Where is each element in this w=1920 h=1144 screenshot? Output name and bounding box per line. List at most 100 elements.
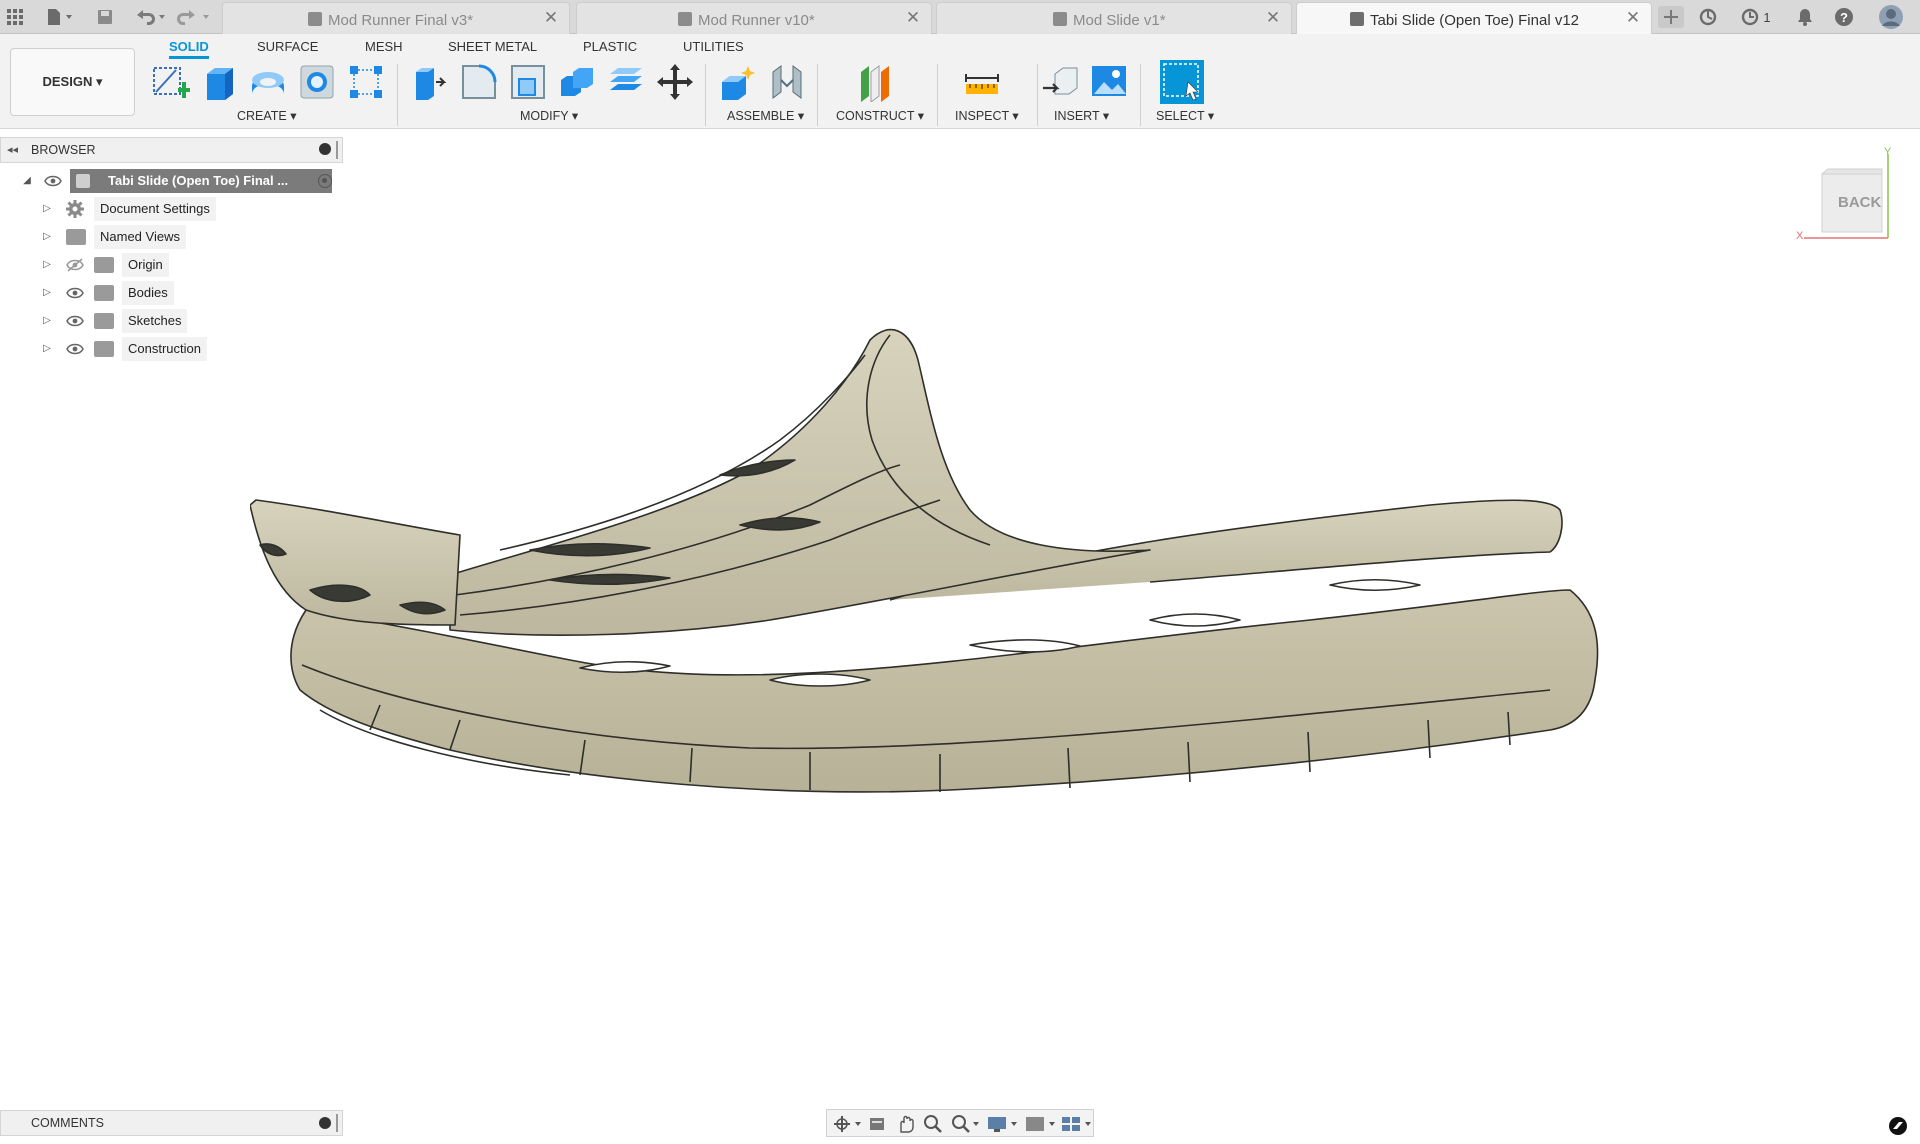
folder-icon — [66, 229, 86, 245]
document-tab-active[interactable]: Tabi Slide (Open Toe) Final v12 ✕ — [1296, 2, 1652, 34]
document-tab[interactable]: Mod Runner Final v3* ✕ — [222, 2, 570, 34]
new-tab-icon[interactable] — [1658, 6, 1684, 28]
help-icon[interactable]: ? — [1833, 6, 1855, 28]
move-icon[interactable] — [655, 62, 695, 102]
construct-menu[interactable]: CONSTRUCT ▾ — [836, 108, 924, 123]
viewcube-face-label[interactable]: BACK — [1838, 194, 1881, 211]
visibility-eye-icon[interactable] — [66, 342, 84, 356]
zoom-window-icon[interactable] — [951, 1114, 981, 1134]
close-icon[interactable]: ✕ — [1623, 8, 1643, 28]
file-menu-icon[interactable] — [44, 6, 78, 28]
visibility-eye-icon[interactable] — [44, 174, 62, 188]
zoom-icon[interactable] — [923, 1114, 943, 1134]
new-component-icon[interactable] — [718, 62, 758, 102]
redo-icon[interactable] — [176, 6, 212, 28]
inspect-menu[interactable]: INSPECT ▾ — [955, 108, 1019, 123]
add-comment-icon[interactable] — [319, 1117, 331, 1129]
look-at-icon[interactable] — [867, 1114, 887, 1134]
viewports-icon[interactable] — [1061, 1114, 1093, 1134]
axis-x-label: X — [1796, 230, 1804, 242]
activate-radio[interactable] — [318, 174, 332, 188]
tree-item-label: Sketches — [122, 309, 188, 333]
browser-root-node[interactable]: ◢ Tabi Slide (Open Toe) Final ... — [20, 169, 340, 193]
create-menu[interactable]: CREATE ▾ — [237, 108, 297, 123]
browser-item-named-views[interactable]: ▷ Named Views — [40, 225, 340, 249]
close-icon[interactable]: ✕ — [1263, 8, 1283, 28]
visibility-eye-icon[interactable] — [66, 314, 84, 328]
model-viewport[interactable] — [250, 320, 1670, 880]
select-icon[interactable] — [1160, 60, 1204, 104]
orbit-icon[interactable] — [833, 1114, 863, 1134]
document-tab[interactable]: Mod Runner v10* ✕ — [576, 2, 932, 34]
tab-sheet-metal[interactable]: SHEET METAL — [448, 39, 537, 59]
tab-utilities[interactable]: UTILITIES — [683, 39, 744, 59]
panel-resize-handle[interactable] — [336, 141, 338, 159]
expand-triangle-icon[interactable]: ▷ — [40, 314, 54, 328]
offset-face-icon[interactable] — [606, 62, 646, 102]
pattern-icon[interactable] — [346, 62, 386, 102]
expand-triangle-icon[interactable]: ▷ — [40, 286, 54, 300]
close-icon[interactable]: ✕ — [903, 8, 923, 28]
app-grid-icon[interactable] — [4, 6, 26, 28]
undo-icon[interactable] — [132, 6, 168, 28]
press-pull-icon[interactable] — [410, 62, 450, 102]
tab-plastic[interactable]: PLASTIC — [583, 39, 637, 59]
fillet-icon[interactable] — [459, 62, 499, 102]
data-panel-icon[interactable] — [1697, 6, 1719, 28]
expand-triangle-icon[interactable]: ▷ — [40, 258, 54, 272]
modify-menu[interactable]: MODIFY ▾ — [520, 108, 578, 123]
display-settings-icon[interactable] — [987, 1114, 1019, 1134]
select-menu[interactable]: SELECT ▾ — [1156, 108, 1214, 123]
combine-icon[interactable] — [557, 62, 597, 102]
browser-item-document-settings[interactable]: ▷ Document Settings — [40, 197, 340, 221]
panel-pin-icon[interactable] — [319, 143, 331, 155]
visibility-eye-icon[interactable] — [66, 286, 84, 300]
grid-settings-icon[interactable] — [1025, 1114, 1057, 1134]
tab-mesh[interactable]: MESH — [365, 39, 403, 59]
extrude-icon[interactable] — [199, 62, 239, 102]
insert-canvas-icon[interactable] — [1090, 62, 1130, 102]
visibility-hidden-icon[interactable] — [66, 258, 84, 272]
revolve-icon[interactable] — [248, 62, 288, 102]
insert-derive-icon[interactable] — [1041, 62, 1081, 102]
shell-icon[interactable] — [508, 62, 548, 102]
insert-menu[interactable]: INSERT ▾ — [1054, 108, 1109, 123]
expand-triangle-icon[interactable]: ◢ — [20, 174, 34, 188]
tree-item-label: Named Views — [94, 225, 186, 249]
root-label: Tabi Slide (Open Toe) Final ... — [108, 173, 289, 188]
expand-triangle-icon[interactable]: ▷ — [40, 230, 54, 244]
folder-icon — [94, 257, 114, 273]
notifications-icon[interactable] — [1794, 6, 1816, 28]
browser-title: BROWSER — [31, 143, 96, 157]
toolbar-divider — [705, 64, 706, 126]
toolbar-divider — [1037, 64, 1038, 126]
browser-item-bodies[interactable]: ▷ Bodies — [40, 281, 340, 305]
viewcube[interactable]: BACK Y X — [1796, 146, 1900, 248]
save-icon[interactable] — [94, 6, 116, 28]
joint-icon[interactable] — [767, 62, 807, 102]
workspace-switcher-button[interactable]: DESIGN ▾ — [10, 48, 135, 116]
assemble-menu[interactable]: ASSEMBLE ▾ — [727, 108, 804, 123]
comments-panel-header[interactable]: COMMENTS — [0, 1110, 343, 1136]
offset-plane-icon[interactable] — [857, 62, 897, 103]
document-tab[interactable]: Mod Slide v1* ✕ — [936, 2, 1292, 34]
toolbar-divider — [817, 64, 818, 126]
close-icon[interactable]: ✕ — [541, 8, 561, 28]
create-sketch-icon[interactable] — [150, 62, 190, 102]
collapse-panel-icon[interactable]: ◂◂ — [7, 143, 18, 156]
expand-triangle-icon[interactable]: ▷ — [40, 202, 54, 216]
pan-hand-icon[interactable] — [895, 1114, 915, 1134]
measure-icon[interactable] — [962, 62, 1002, 102]
hole-icon[interactable] — [297, 62, 337, 102]
panel-resize-handle[interactable] — [336, 1114, 338, 1132]
tab-surface[interactable]: SURFACE — [257, 39, 318, 59]
browser-item-origin[interactable]: ▷ Origin — [40, 253, 340, 277]
axis-y-label: Y — [1884, 146, 1892, 158]
folder-icon — [94, 285, 114, 301]
user-avatar[interactable] — [1878, 4, 1904, 30]
job-status-icon[interactable]: 1 — [1736, 6, 1776, 28]
navigation-bar — [826, 1109, 1094, 1137]
browser-panel-header: ◂◂ BROWSER — [0, 137, 343, 163]
expand-triangle-icon[interactable]: ▷ — [40, 342, 54, 356]
tab-solid[interactable]: SOLID — [169, 39, 209, 59]
